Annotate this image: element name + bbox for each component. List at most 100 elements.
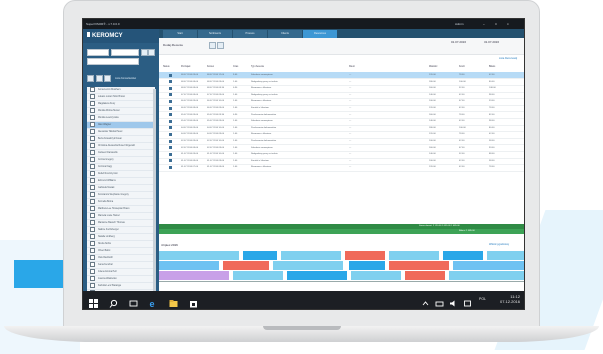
list-item[interactable]: Natalie Lindberg — [87, 234, 155, 241]
add-order-button[interactable]: Dodaj Zlecenie — [163, 43, 183, 47]
column-header[interactable]: Typ zlecenia — [251, 64, 264, 71]
gantt-segment[interactable] — [487, 251, 524, 260]
list-item-checkbox[interactable] — [90, 262, 95, 267]
list-item[interactable]: Alan Wagner — [87, 122, 155, 129]
list-item[interactable]: Kornelia Borna — [87, 199, 155, 206]
filter-button-2[interactable] — [148, 49, 155, 56]
list-item[interactable]: Carleen Diamandis — [87, 150, 155, 157]
gantt-segment[interactable] — [405, 271, 445, 280]
gantt-segment[interactable] — [223, 261, 269, 270]
list-item-checkbox[interactable] — [90, 164, 95, 169]
list-item-checkbox[interactable] — [90, 94, 95, 99]
list-item-checkbox[interactable] — [90, 192, 95, 197]
list-item[interactable]: Edmund Williams — [87, 178, 155, 185]
list-item-checkbox[interactable] — [90, 101, 95, 106]
list-item-checkbox[interactable] — [90, 108, 95, 113]
list-item-checkbox[interactable] — [90, 255, 95, 260]
gantt-segment[interactable] — [233, 271, 283, 280]
list-item[interactable]: Joanna Wasilenko — [87, 276, 155, 283]
list-item-checkbox[interactable] — [90, 241, 95, 246]
list-item-checkbox[interactable] — [90, 178, 95, 183]
list-item-checkbox[interactable] — [90, 283, 95, 288]
clock[interactable]: 11:12 07.12.2016 — [500, 294, 520, 304]
volume-icon[interactable] — [449, 295, 458, 307]
list-item[interactable]: Berta Kowalczyk Dusai — [87, 136, 155, 143]
gantt-segment[interactable] — [351, 271, 401, 280]
list-item[interactable]: Marcela Lowe Hamel — [87, 213, 155, 220]
maximize-icon[interactable]: □ — [495, 22, 497, 26]
tab-process[interactable]: Process — [233, 30, 267, 38]
windows-start-icon[interactable] — [89, 295, 98, 308]
list-item[interactable]: Corinna Nagy — [87, 164, 155, 171]
list-item-checkbox[interactable] — [90, 213, 95, 218]
language-indicator[interactable]: POL — [479, 297, 486, 301]
gantt-segment[interactable] — [345, 251, 385, 260]
column-header[interactable]: Klient — [349, 64, 355, 71]
list-item-checkbox[interactable] — [90, 199, 95, 204]
gantt-segment[interactable] — [281, 251, 341, 260]
store-icon[interactable] — [189, 295, 198, 308]
gantt-segment[interactable] — [449, 271, 524, 280]
gantt-segment[interactable] — [389, 251, 439, 260]
gantt-segment[interactable] — [389, 261, 449, 270]
tab-sortiments[interactable]: Sortiments — [198, 30, 232, 38]
list-item-checkbox[interactable] — [90, 115, 95, 120]
list-item-checkbox[interactable] — [90, 136, 95, 141]
column-header[interactable]: Koniec — [207, 64, 214, 71]
column-header[interactable]: Bilans — [489, 64, 495, 71]
list-item[interactable]: Marianne Bausch Thomas — [87, 220, 155, 227]
date-to[interactable]: 31.07.2016 — [484, 40, 499, 44]
list-item-checkbox[interactable] — [90, 234, 95, 239]
search-icon[interactable] — [109, 295, 118, 308]
file-explorer-icon[interactable] — [169, 295, 178, 307]
list-item[interactable]: Monika Lewczynska — [87, 115, 155, 122]
gantt-segment[interactable] — [159, 251, 239, 260]
list-item[interactable]: Christina Alexandra Rose Fitzgerald — [87, 143, 155, 150]
gantt-segment[interactable] — [159, 271, 229, 280]
gantt-segment[interactable] — [243, 251, 277, 260]
list-item-checkbox[interactable] — [90, 269, 95, 274]
filter-field-3[interactable] — [87, 58, 139, 65]
list-item-checkbox[interactable] — [90, 150, 95, 155]
list-item-checkbox[interactable] — [90, 87, 95, 92]
list-item-checkbox[interactable] — [90, 206, 95, 211]
gantt-segment[interactable] — [273, 261, 343, 270]
list-item[interactable]: Corina Gregory — [87, 157, 155, 164]
list-item[interactable]: Detlef Ruszczynski — [87, 171, 155, 178]
list-item[interactable]: Nadine Fuchsberger — [87, 227, 155, 234]
task-view-icon[interactable] — [129, 295, 138, 307]
list-item-checkbox[interactable] — [90, 171, 95, 176]
notifications-icon[interactable] — [463, 295, 472, 307]
gantt-week-link[interactable]: Widok tygodniowy — [489, 243, 509, 246]
list-tool-1[interactable] — [87, 75, 94, 82]
column-header[interactable]: Początek — [181, 64, 190, 71]
tab-clients[interactable]: Clients — [268, 30, 302, 38]
gantt-segment[interactable] — [159, 261, 219, 270]
list-item-checkbox[interactable] — [90, 122, 95, 127]
list-item[interactable]: Ivana Kenchal — [87, 262, 155, 269]
table-row[interactable]: 01.07.2016 07:00 01.07.2016 08:00 1:00 Rozm… — [159, 164, 524, 172]
list-item-checkbox[interactable] — [90, 143, 95, 148]
toolbar-button-2[interactable] — [217, 42, 224, 49]
list-item-checkbox[interactable] — [90, 129, 95, 134]
filter-field-1[interactable] — [87, 49, 109, 56]
list-item-checkbox[interactable] — [90, 248, 95, 253]
column-header[interactable]: Status — [163, 64, 170, 71]
gantt-segment[interactable] — [453, 261, 524, 270]
list-item[interactable]: Matthew-Lee Hovsepian Bravo — [87, 206, 155, 213]
list-tool-3[interactable] — [104, 75, 112, 82]
column-header[interactable]: Czas — [233, 64, 238, 71]
list-tool-2[interactable] — [95, 75, 103, 82]
reservations-link[interactable]: Lista Rezerwacji — [499, 57, 517, 60]
list-item[interactable]: Olek Radziwill — [87, 255, 155, 262]
list-item[interactable]: Jolene Emma Pell — [87, 269, 155, 276]
gantt-segment[interactable] — [443, 251, 483, 260]
list-item[interactable]: Magdalena Kusy — [87, 101, 155, 108]
minimize-icon[interactable]: – — [483, 22, 485, 26]
column-header[interactable]: Wartość — [429, 64, 437, 71]
gantt-segment[interactable] — [287, 271, 347, 280]
list-item[interactable]: Lukacs Lorant Nitro Brown — [87, 94, 155, 101]
chevron-up-icon[interactable] — [421, 295, 430, 306]
filter-field-2[interactable] — [111, 49, 139, 56]
list-item[interactable]: Gabriela Nowak — [87, 185, 155, 192]
